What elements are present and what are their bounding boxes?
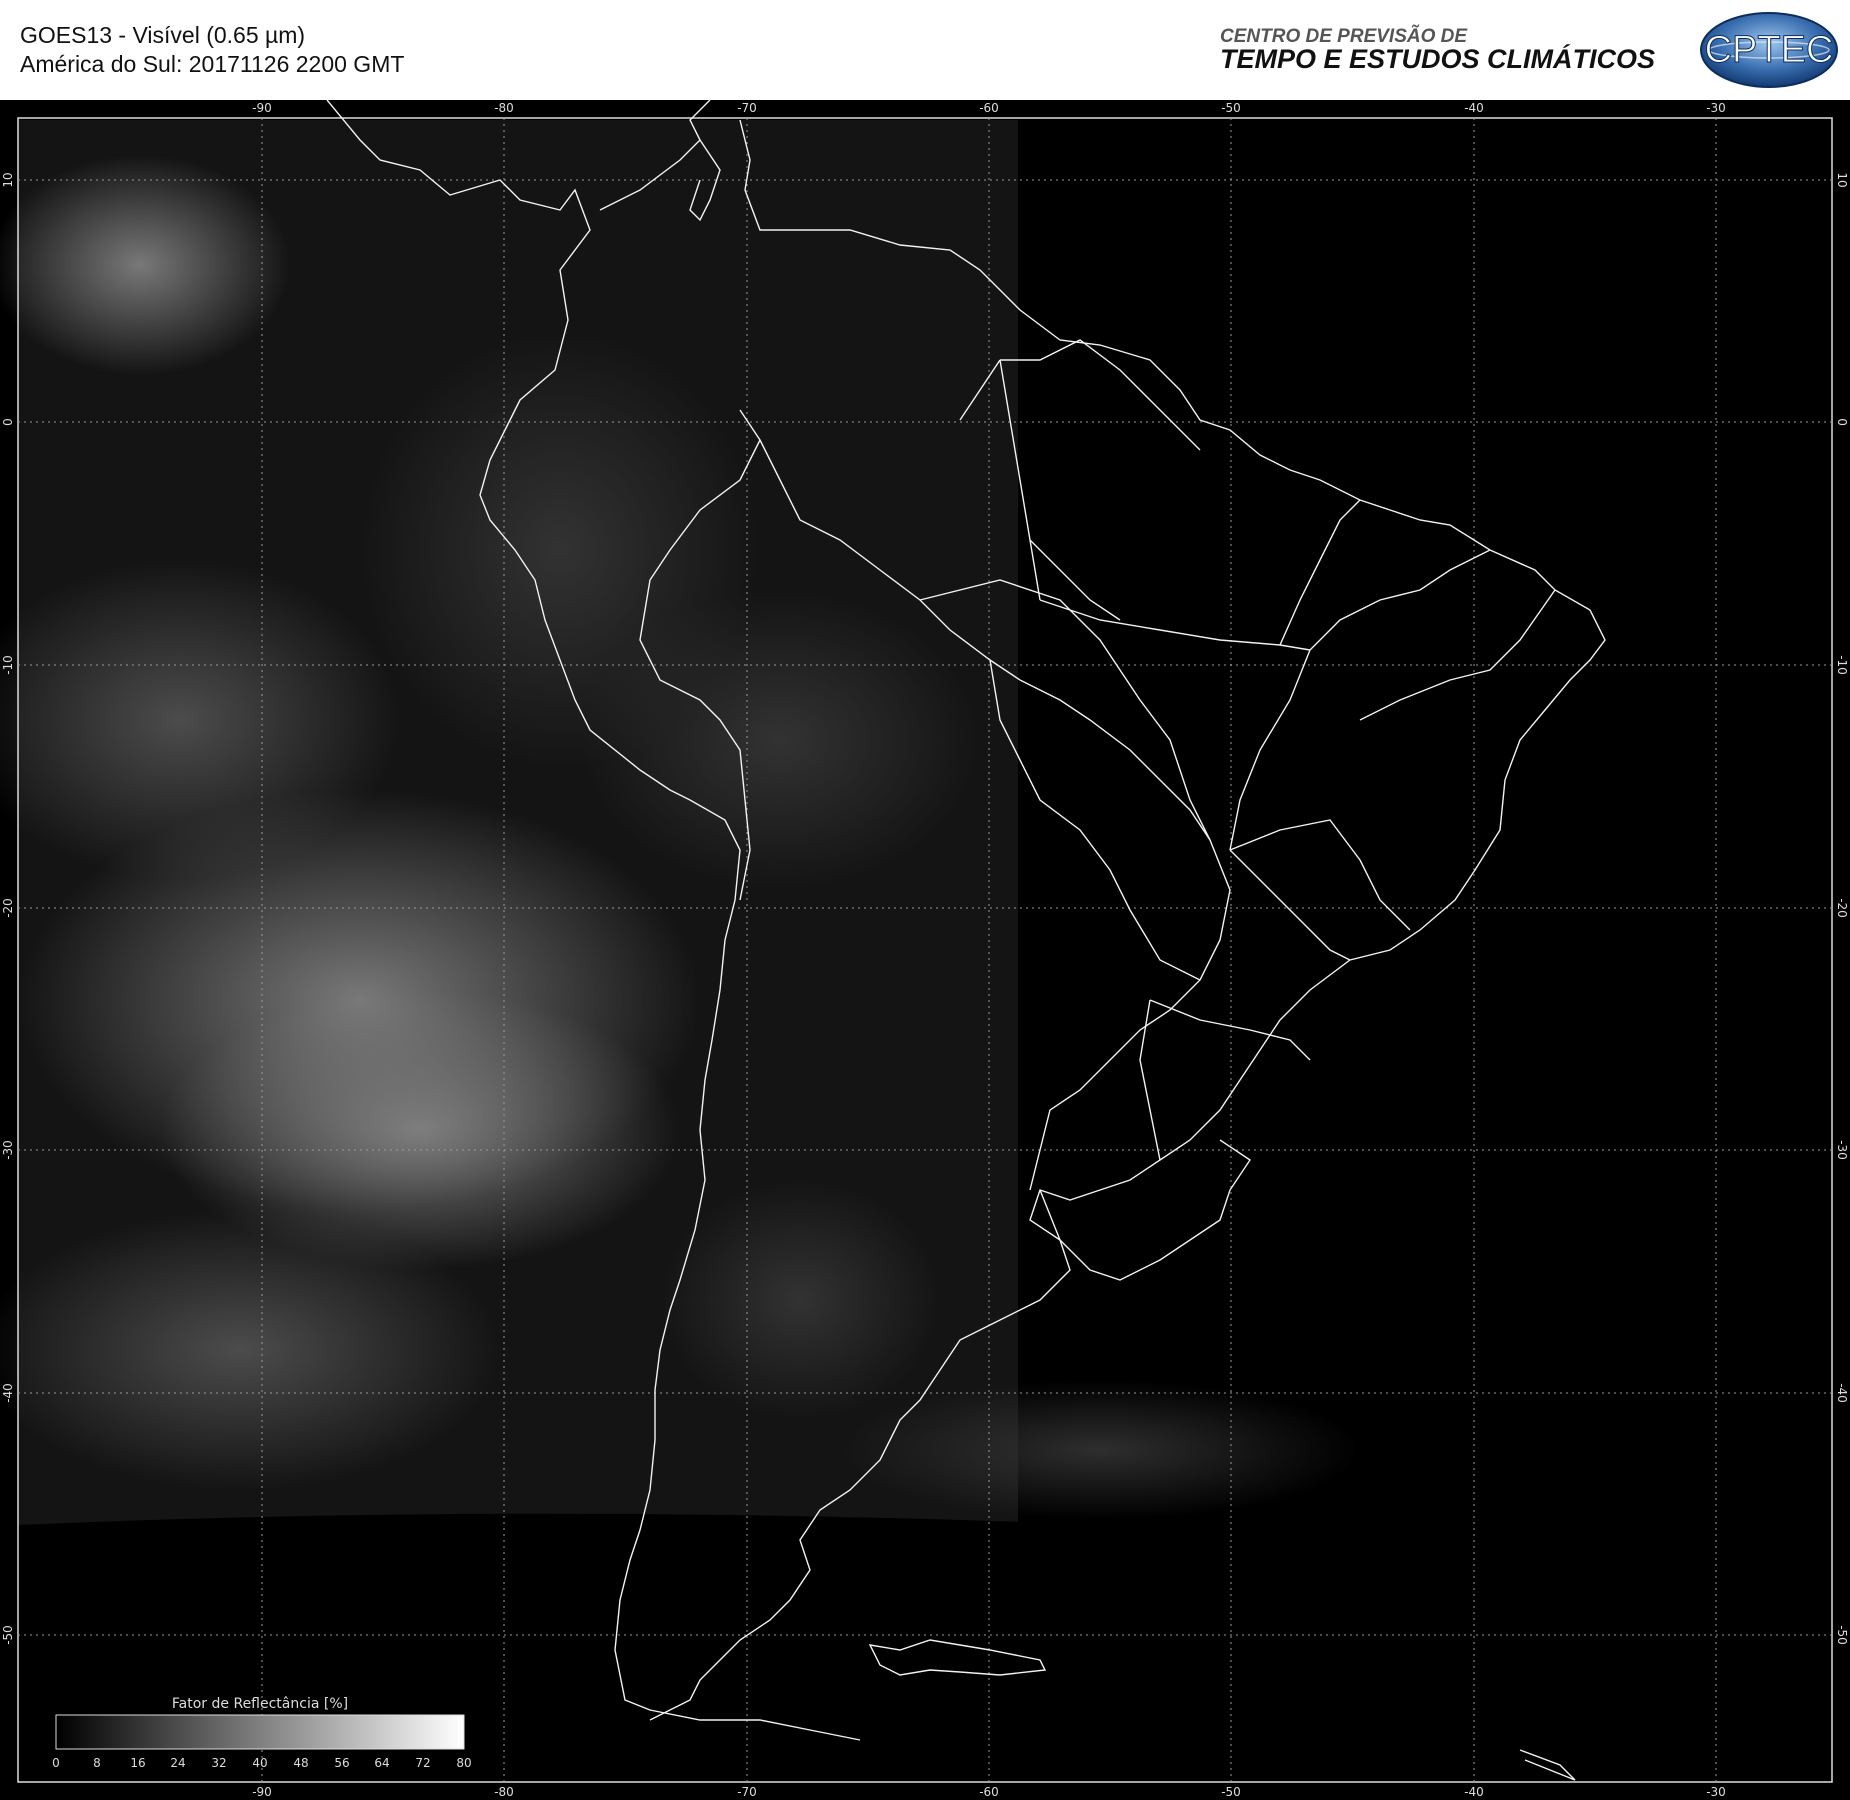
lon-label: -90 xyxy=(252,1785,272,1799)
lon-label: -50 xyxy=(1221,1785,1241,1799)
colorbar-tick: 48 xyxy=(293,1756,308,1770)
map-canvas: -90 -80 -70 -60 -50 -40 -30 -90 -80 -70 … xyxy=(0,100,1849,1799)
lat-label: -10 xyxy=(1,655,15,675)
region-timestamp: América do Sul: 20171126 2200 GMT xyxy=(20,51,405,77)
colorbar-tick: 64 xyxy=(374,1756,389,1770)
colorbar-title: Fator de Reflectância [%] xyxy=(172,1696,348,1712)
lat-label: -40 xyxy=(1,1383,15,1403)
lon-label: -60 xyxy=(979,1785,999,1799)
colorbar-tick: 40 xyxy=(252,1756,267,1770)
lat-label: -50 xyxy=(1,1625,15,1645)
header: GOES13 - Visível (0.65 µm) América do Su… xyxy=(0,0,1850,100)
lon-label: -70 xyxy=(737,101,757,115)
lon-label: -40 xyxy=(1464,101,1484,115)
cptec-logo: CPTEC xyxy=(1700,12,1838,88)
lon-label: -30 xyxy=(1706,101,1726,115)
colorbar-tick: 72 xyxy=(415,1756,430,1770)
lon-label: -30 xyxy=(1706,1785,1726,1799)
lat-label: 0 xyxy=(1835,418,1849,426)
colorbar-gradient xyxy=(55,1714,465,1750)
colorbar-tick: 80 xyxy=(456,1756,471,1770)
lon-label: -80 xyxy=(494,101,514,115)
longitude-labels-bottom: -90 -80 -70 -60 -50 -40 -30 xyxy=(252,1785,1726,1799)
colorbar-tick: 16 xyxy=(130,1756,145,1770)
lat-label: -10 xyxy=(1835,655,1849,675)
satellite-map: -90 -80 -70 -60 -50 -40 -30 -90 -80 -70 … xyxy=(0,100,1850,1800)
colorbar-tick: 56 xyxy=(334,1756,349,1770)
longitude-labels-top: -90 -80 -70 -60 -50 -40 -30 xyxy=(252,101,1726,115)
product-title: GOES13 - Visível (0.65 µm) xyxy=(20,22,306,48)
colorbar-tick: 8 xyxy=(93,1756,101,1770)
logo-text: CPTEC xyxy=(1705,29,1834,71)
colorbar-tick: 24 xyxy=(170,1756,185,1770)
latitude-labels-left: 10 0 -10 -20 -30 -40 -50 xyxy=(1,172,15,1644)
lon-label: -60 xyxy=(979,101,999,115)
lon-label: -70 xyxy=(737,1785,757,1799)
lat-label: -20 xyxy=(1835,898,1849,918)
lat-label: -20 xyxy=(1,898,15,918)
lon-label: -50 xyxy=(1221,101,1241,115)
colorbar-tick: 0 xyxy=(52,1756,60,1770)
lat-label: -30 xyxy=(1,1140,15,1160)
lat-label: -50 xyxy=(1835,1625,1849,1645)
latitude-labels-right: 10 0 -10 -20 -30 -40 -50 xyxy=(1835,172,1849,1644)
lat-label: 0 xyxy=(1,418,15,426)
lon-label: -90 xyxy=(252,101,272,115)
lon-label: -80 xyxy=(494,1785,514,1799)
lon-label: -40 xyxy=(1464,1785,1484,1799)
org-name-line2: TEMPO E ESTUDOS CLIMÁTICOS xyxy=(1220,44,1656,74)
lat-label: -30 xyxy=(1835,1140,1849,1160)
cloud-imagery xyxy=(0,120,1500,1785)
lat-label: 10 xyxy=(1,172,15,187)
lat-label: -40 xyxy=(1835,1383,1849,1403)
lat-label: 10 xyxy=(1835,172,1849,187)
colorbar-tick: 32 xyxy=(211,1756,226,1770)
